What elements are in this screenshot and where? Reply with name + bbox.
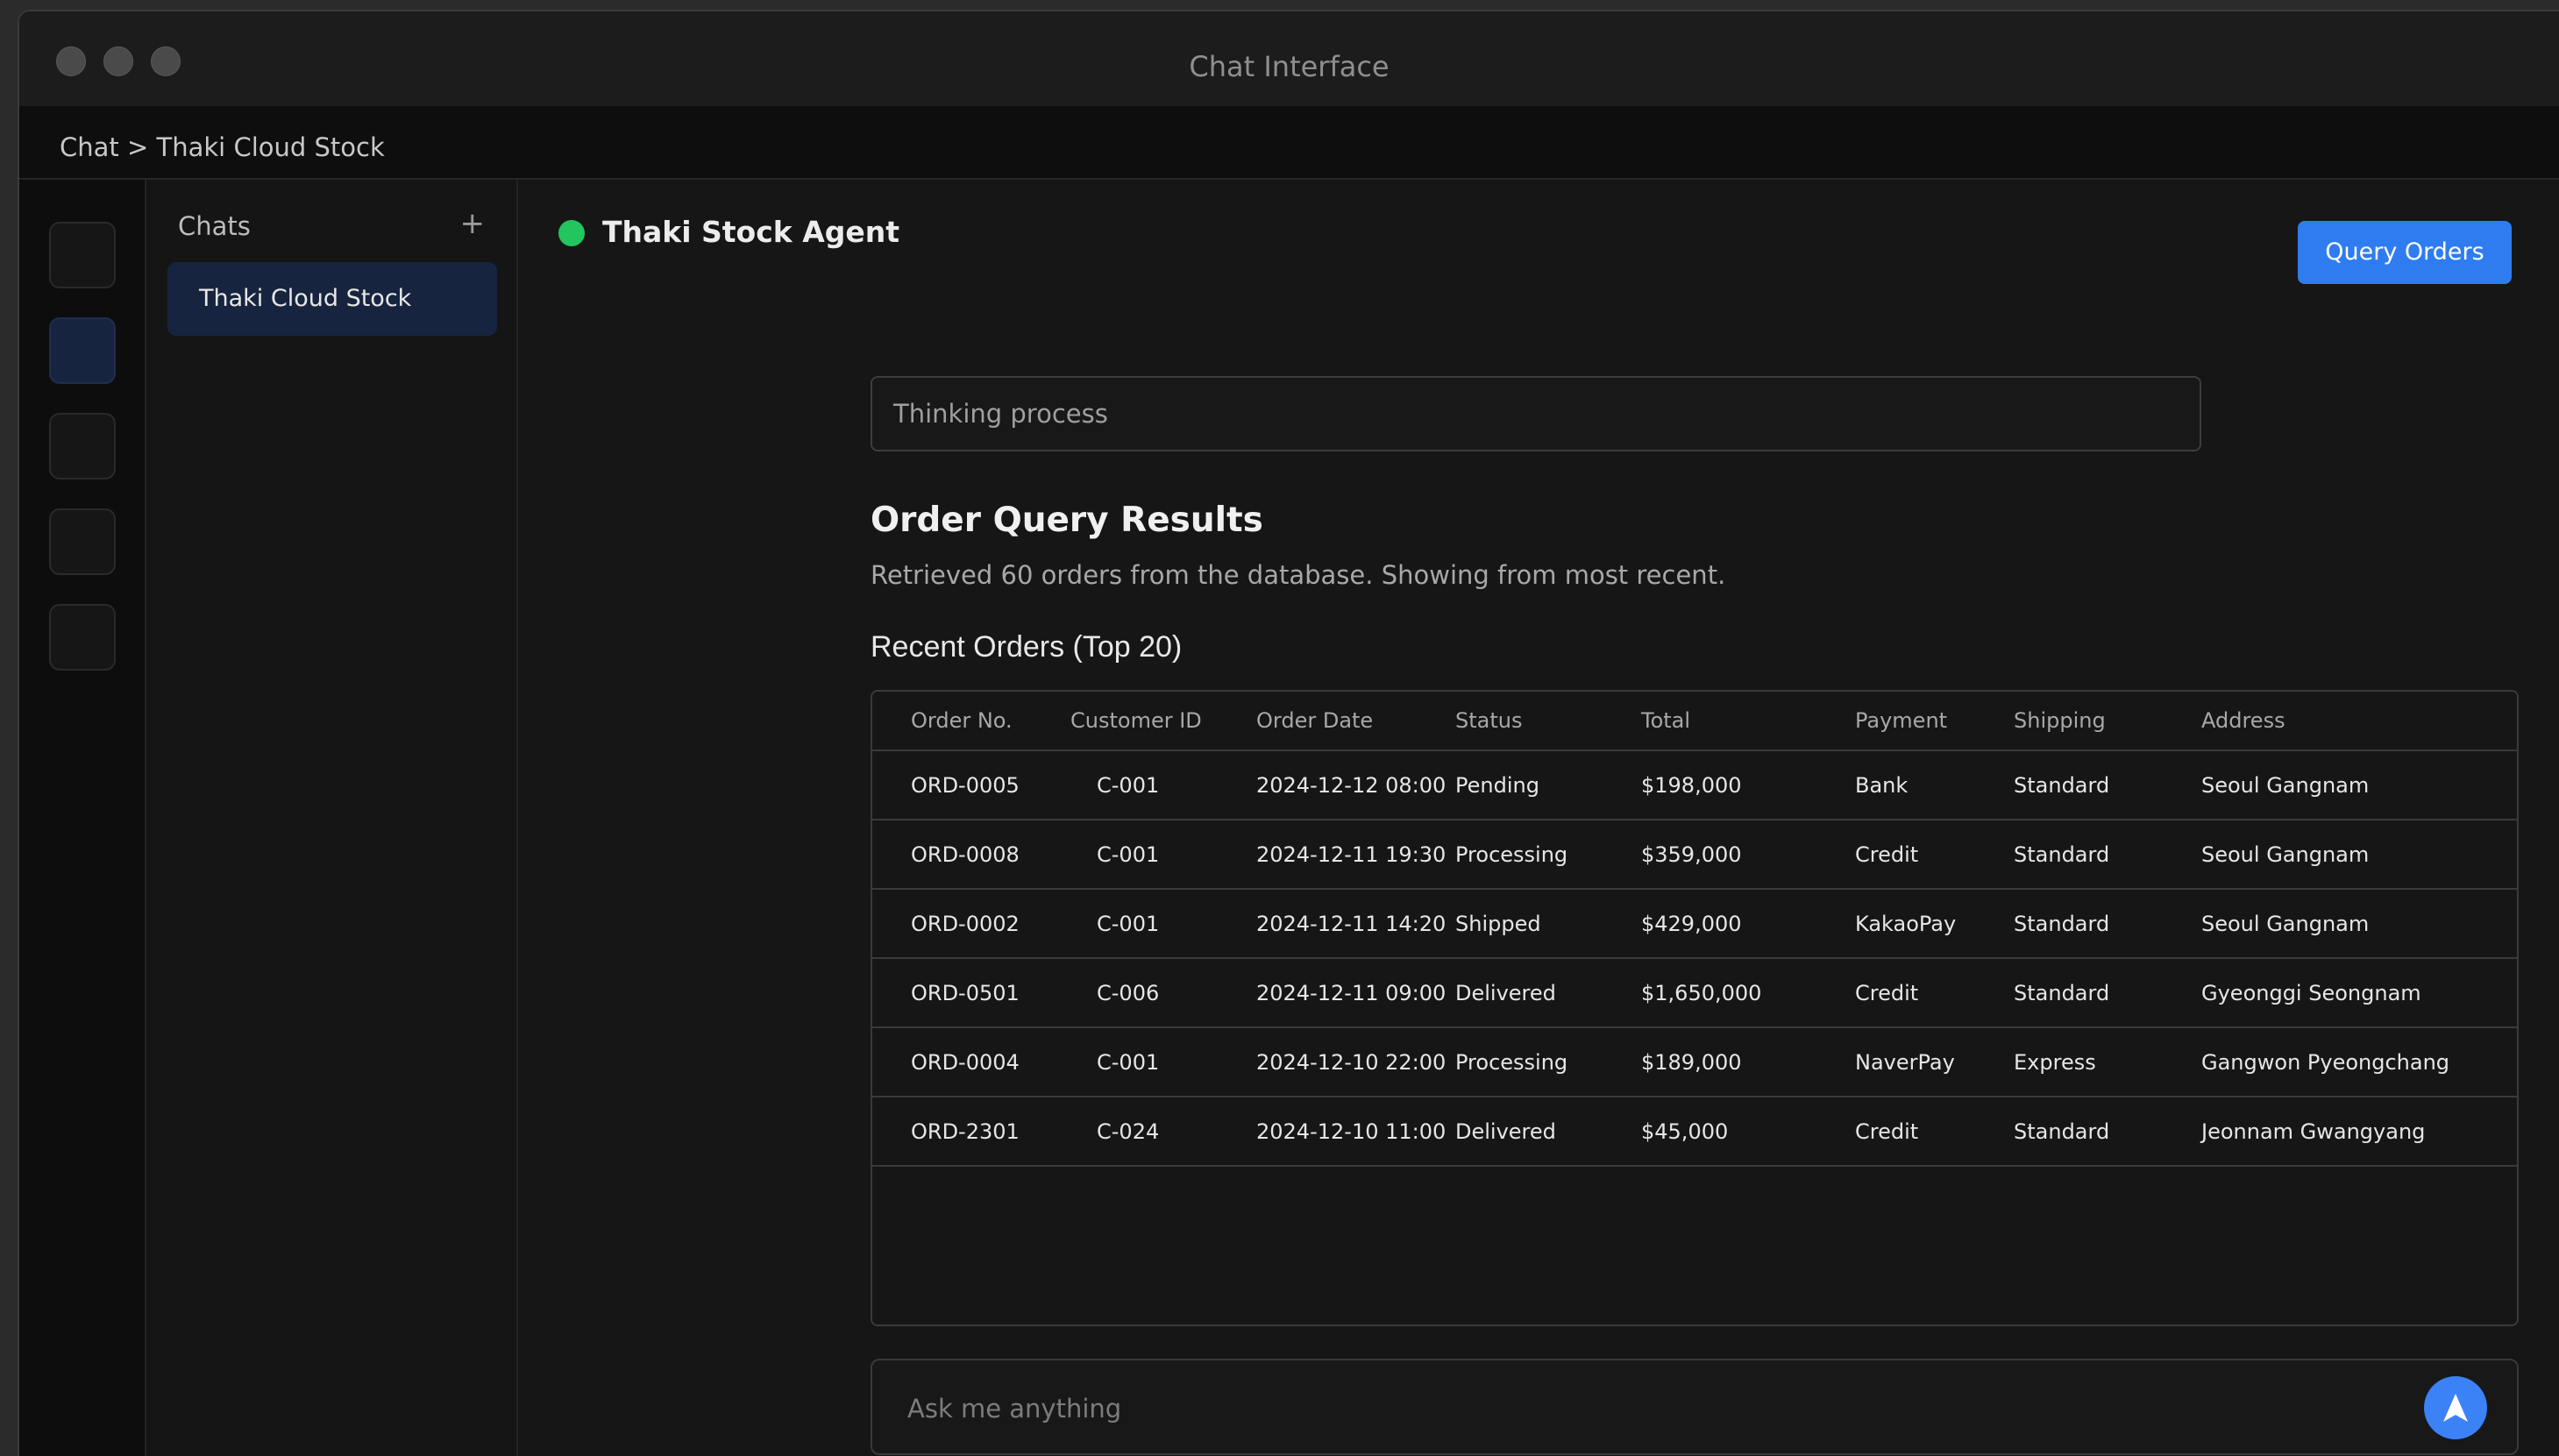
orders-table: Order No. Customer ID Order Date Status … [871, 690, 2519, 1326]
total-cell: $189,000 [1641, 1027, 1855, 1097]
results-subtitle: Retrieved 60 orders from the database. S… [871, 560, 1726, 590]
column-header[interactable]: Customer ID [1070, 692, 1256, 751]
column-header[interactable]: Shipping [2014, 692, 2201, 751]
customer-id-cell: C-001 [1070, 889, 1256, 959]
breadcrumb: Chat > Thaki Cloud Stock [60, 132, 385, 162]
order-no-cell: ORD-0002 [872, 889, 1070, 959]
column-header[interactable]: Status [1455, 692, 1641, 751]
total-cell: $45,000 [1641, 1097, 1855, 1167]
status-cell: Processing [1455, 820, 1641, 890]
send-arrow-icon [2443, 1394, 2468, 1422]
payment-cell: Bank [1855, 750, 2014, 820]
customer-id-cell: C-001 [1070, 750, 1256, 820]
customer-id-cell: C-001 [1070, 1027, 1256, 1097]
address-cell: Seoul Gangnam [2201, 750, 2517, 820]
table-row[interactable]: ORD-0501 C-006 2024-12-11 09:00 Delivere… [872, 958, 2517, 1028]
order-no-cell: ORD-0008 [872, 820, 1070, 890]
address-cell: Jeonnam Gwangyang [2201, 1097, 2517, 1167]
title-bar: Chat Interface [19, 11, 2559, 106]
payment-cell: Credit [1855, 1097, 2014, 1167]
shipping-cell: Standard [2014, 958, 2201, 1028]
status-cell: Delivered [1455, 1097, 1641, 1167]
order-no-cell: ORD-2301 [872, 1097, 1070, 1167]
table-row[interactable]: ORD-0005 C-001 2024-12-12 08:00 Pending … [872, 750, 2517, 820]
total-cell: $198,000 [1641, 750, 1855, 820]
table-row[interactable]: ORD-0004 C-001 2024-12-10 22:00 Processi… [872, 1027, 2517, 1097]
total-cell: $359,000 [1641, 820, 1855, 890]
breadcrumb-bar: Chat > Thaki Cloud Stock [19, 106, 2559, 180]
order-date-cell: 2024-12-10 11:00 [1256, 1097, 1455, 1167]
shipping-cell: Standard [2014, 1097, 2201, 1167]
message-composer [871, 1359, 2519, 1455]
chats-heading: Chats [178, 211, 251, 241]
query-orders-button[interactable]: Query Orders [2298, 221, 2512, 284]
status-cell: Pending [1455, 750, 1641, 820]
agent-name: Thaki Stock Agent [602, 215, 900, 249]
chat-list-panel: Chats + Thaki Cloud Stock [146, 180, 518, 1456]
payment-cell: Credit [1855, 820, 2014, 890]
total-cell: $429,000 [1641, 889, 1855, 959]
order-date-cell: 2024-12-11 19:30 [1256, 820, 1455, 890]
status-cell: Processing [1455, 1027, 1641, 1097]
nav-rail-button-3[interactable] [49, 413, 116, 479]
nav-rail [19, 180, 146, 1456]
shipping-cell: Standard [2014, 750, 2201, 820]
nav-rail-button-4[interactable] [49, 508, 116, 575]
address-cell: Gangwon Pyeongchang [2201, 1027, 2517, 1097]
column-header[interactable]: Order Date [1256, 692, 1455, 751]
chat-item-label: Thaki Cloud Stock [199, 285, 412, 312]
order-date-cell: 2024-12-11 14:20 [1256, 889, 1455, 959]
column-header[interactable]: Order No. [872, 692, 1070, 751]
customer-id-cell: C-006 [1070, 958, 1256, 1028]
table-row[interactable]: ORD-0008 C-001 2024-12-11 19:30 Processi… [872, 820, 2517, 890]
order-date-cell: 2024-12-10 22:00 [1256, 1027, 1455, 1097]
column-header[interactable]: Address [2201, 692, 2517, 751]
table-header-row: Order No. Customer ID Order Date Status … [872, 692, 2517, 751]
payment-cell: Credit [1855, 958, 2014, 1028]
thinking-process-toggle[interactable]: Thinking process [871, 376, 2201, 451]
address-cell: Seoul Gangnam [2201, 889, 2517, 959]
new-chat-plus-icon[interactable]: + [460, 206, 486, 241]
send-button[interactable] [2424, 1376, 2487, 1439]
thinking-process-label: Thinking process [893, 399, 1108, 429]
app-window: Chat Interface Chat > Thaki Cloud Stock … [18, 10, 2559, 1456]
table-row[interactable]: ORD-0002 C-001 2024-12-11 14:20 Shipped … [872, 889, 2517, 959]
order-no-cell: ORD-0004 [872, 1027, 1070, 1097]
orders-table-title: Recent Orders (Top 20) [871, 630, 1183, 664]
total-cell: $1,650,000 [1641, 958, 1855, 1028]
nav-rail-button-1[interactable] [49, 222, 116, 288]
online-status-dot [558, 220, 585, 246]
status-cell: Shipped [1455, 889, 1641, 959]
payment-cell: NaverPay [1855, 1027, 2014, 1097]
nav-rail-button-2-active[interactable] [49, 317, 116, 384]
column-header[interactable]: Total [1641, 692, 1855, 751]
window-title: Chat Interface [1189, 50, 1390, 83]
address-cell: Gyeonggi Seongnam [2201, 958, 2517, 1028]
results-title: Order Query Results [871, 501, 1263, 540]
status-cell: Delivered [1455, 958, 1641, 1028]
order-no-cell: ORD-0005 [872, 750, 1070, 820]
chat-item-thaki-cloud-stock[interactable]: Thaki Cloud Stock [167, 262, 497, 336]
column-header[interactable]: Payment [1855, 692, 2014, 751]
customer-id-cell: C-024 [1070, 1097, 1256, 1167]
shipping-cell: Standard [2014, 889, 2201, 959]
payment-cell: KakaoPay [1855, 889, 2014, 959]
order-date-cell: 2024-12-12 08:00 [1256, 750, 1455, 820]
order-no-cell: ORD-0501 [872, 958, 1070, 1028]
customer-id-cell: C-001 [1070, 820, 1256, 890]
shipping-cell: Standard [2014, 820, 2201, 890]
shipping-cell: Express [2014, 1027, 2201, 1097]
chat-main: Thaki Stock Agent Query Orders Thinking … [518, 180, 2559, 1456]
address-cell: Seoul Gangnam [2201, 820, 2517, 890]
table-row[interactable]: ORD-2301 C-024 2024-12-10 11:00 Delivere… [872, 1097, 2517, 1167]
order-date-cell: 2024-12-11 09:00 [1256, 958, 1455, 1028]
nav-rail-button-5[interactable] [49, 604, 116, 671]
message-input[interactable] [906, 1389, 2399, 1429]
